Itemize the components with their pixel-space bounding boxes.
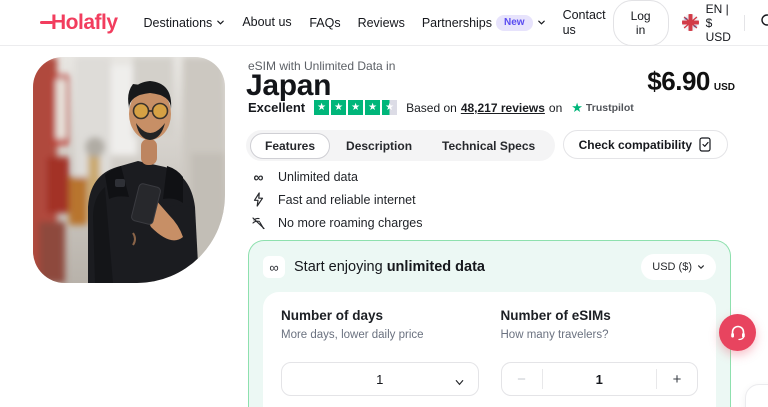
nav-partnerships[interactable]: Partnerships New: [421, 14, 546, 31]
login-button[interactable]: Log in: [612, 0, 669, 46]
tab-technical-specs[interactable]: Technical Specs: [428, 133, 549, 159]
feature-label: Unlimited data: [278, 169, 358, 184]
headset-icon: [730, 325, 745, 341]
trustpilot-stars: ★ ★ ★ ★ ★: [314, 100, 398, 115]
phone-check-icon: [699, 137, 711, 152]
language-currency-selector[interactable]: EN | $ USD: [681, 1, 732, 44]
nav-reviews[interactable]: Reviews: [358, 16, 405, 30]
rating-label: Excellent: [248, 100, 306, 115]
trustpilot-star-icon: ★: [571, 100, 583, 115]
uk-flag-icon: [681, 14, 699, 31]
title-bold: unlimited data: [386, 259, 485, 275]
title-normal: Start enjoying: [294, 259, 387, 275]
increase-esims-button[interactable]: +: [657, 363, 697, 395]
header-right-controls: Log in EN | $ USD: [612, 0, 768, 46]
page-title: Japan: [246, 69, 332, 102]
esims-count-value: 1: [595, 371, 603, 387]
nav-destinations-label: Destinations: [143, 15, 213, 30]
nav-partnerships-label: Partnerships: [421, 15, 493, 30]
nav-about-us[interactable]: About us: [242, 15, 292, 29]
price-currency: USD: [713, 82, 735, 93]
purchase-card-title: Start enjoying unlimited data: [294, 259, 485, 275]
price-block: $6.90 USD: [647, 66, 735, 97]
no-roaming-icon: [250, 216, 267, 230]
days-label: Number of days: [281, 308, 384, 323]
esims-label: Number of eSIMs: [500, 308, 611, 323]
esims-hint: How many travelers?: [500, 329, 609, 341]
purchase-card-header: ∞ Start enjoying unlimited data USD ($): [249, 241, 730, 292]
feature-fast-internet: Fast and reliable internet: [250, 192, 423, 207]
feature-unlimited-data: ∞ Unlimited data: [250, 169, 423, 184]
reviews-prefix: Based on: [406, 100, 457, 115]
reviews-suffix: on: [548, 100, 563, 115]
header-divider: [744, 14, 745, 31]
trustpilot-logo[interactable]: ★ Trustpilot: [571, 101, 634, 114]
feature-label: No more roaming charges: [278, 215, 423, 230]
infinity-badge-icon: ∞: [263, 256, 285, 278]
hero-photo-traveler: [33, 57, 225, 283]
price-value: $6.90: [647, 66, 710, 96]
currency-dropdown[interactable]: USD ($): [641, 254, 716, 280]
support-chat-button[interactable]: [719, 314, 756, 351]
feature-list: ∞ Unlimited data Fast and reliable inter…: [250, 169, 423, 230]
logo-wordmark: Holafly: [51, 10, 118, 34]
corner-widget-partial[interactable]: [745, 384, 768, 407]
days-column: Number of days More days, lower daily pr…: [281, 308, 479, 396]
chevron-down-icon: [698, 265, 704, 269]
check-compatibility-button[interactable]: Check compatibility: [562, 130, 728, 159]
feature-label: Fast and reliable internet: [278, 192, 416, 207]
search-button[interactable]: [758, 11, 768, 34]
currency-dropdown-value: USD ($): [652, 261, 692, 273]
decrease-esims-button[interactable]: −: [502, 363, 542, 395]
search-icon: [761, 14, 768, 26]
new-badge: New: [496, 14, 533, 31]
esims-stepper: − 1 +: [500, 362, 698, 396]
holafly-logo[interactable]: Holafly: [40, 11, 118, 35]
nav-destinations[interactable]: Destinations: [144, 16, 226, 30]
chevron-down-icon: [216, 18, 225, 27]
lightning-icon: [250, 192, 267, 207]
tab-features[interactable]: Features: [250, 132, 331, 159]
nav-contact-us[interactable]: Contact us: [563, 8, 613, 37]
trustpilot-rating-row: Excellent ★ ★ ★ ★ ★ Based on 48,217 revi…: [248, 100, 634, 115]
product-tabs: Features Description Technical Specs: [246, 130, 556, 161]
top-navigation-bar: Holafly Destinations About us FAQs Revie…: [0, 0, 768, 46]
star-icon: ★: [365, 100, 381, 115]
tab-description[interactable]: Description: [332, 133, 426, 159]
star-icon: ★: [331, 100, 347, 115]
check-compatibility-label: Check compatibility: [578, 137, 692, 152]
chevron-down-icon: [454, 375, 465, 393]
feature-no-roaming: No more roaming charges: [250, 215, 423, 230]
days-select-value: 1: [376, 371, 384, 387]
purchase-card: ∞ Start enjoying unlimited data USD ($) …: [248, 240, 731, 407]
nav-faqs[interactable]: FAQs: [309, 16, 340, 30]
esims-column: Number of eSIMs How many travelers? − 1 …: [500, 308, 698, 396]
days-hint: More days, lower daily price: [281, 329, 424, 341]
holafly-product-page: Holafly Destinations About us FAQs Revie…: [0, 0, 768, 407]
reviews-text: Based on 48,217 reviews on: [406, 101, 562, 115]
star-icon: ★: [314, 100, 330, 115]
chevron-down-icon: [537, 18, 546, 27]
days-select[interactable]: 1: [281, 362, 479, 396]
reviews-count-link[interactable]: 48,217 reviews: [461, 101, 545, 115]
half-star-icon: ★: [382, 100, 398, 115]
trustpilot-wordmark: Trustpilot: [585, 101, 634, 114]
main-nav: Destinations About us FAQs Reviews Partn…: [144, 8, 613, 37]
infinity-icon: ∞: [253, 168, 264, 185]
star-icon: ★: [348, 100, 364, 115]
locale-label: EN | $ USD: [705, 1, 731, 44]
selector-panel: Number of days More days, lower daily pr…: [263, 292, 716, 407]
